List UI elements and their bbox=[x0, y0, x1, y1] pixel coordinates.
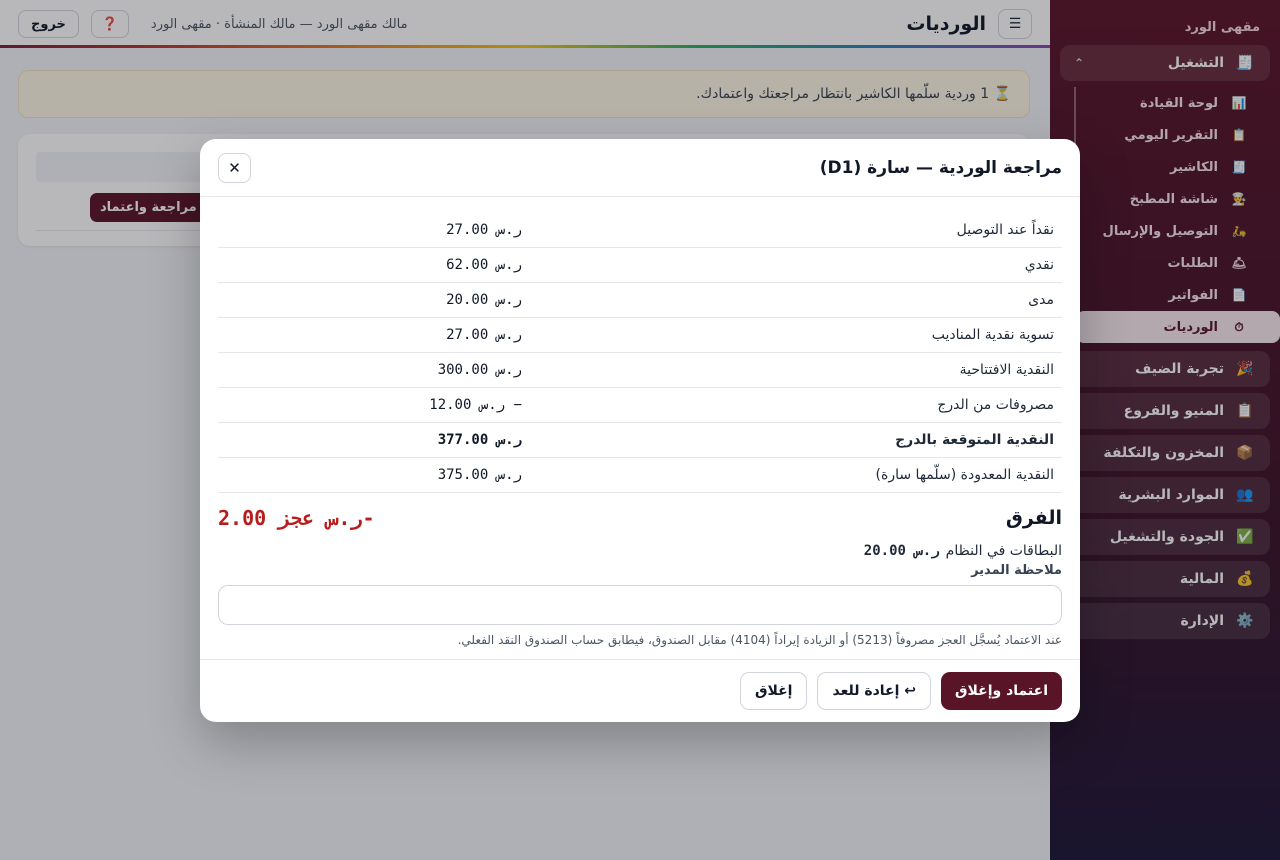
row-value: ر.س 20.00 bbox=[446, 292, 522, 308]
approval-hint: عند الاعتماد يُسجَّل العجز مصروفاً (5213… bbox=[457, 633, 1062, 647]
row-label: نقداً عند التوصيل bbox=[956, 222, 1054, 238]
difference-label: الفرق bbox=[1005, 507, 1062, 529]
row-value: ر.س 62.00 bbox=[446, 257, 522, 273]
row-value: ر.س 300.00 bbox=[437, 362, 522, 378]
return-recount-button[interactable]: ↩ إعادة للعد bbox=[817, 672, 931, 710]
manager-note-input[interactable] bbox=[218, 585, 1062, 625]
summary-row-counted-cash: النقدية المعدودة (سلّمها سارة) ر.س 375.0… bbox=[218, 458, 1062, 493]
row-value: ر.س 375.00 bbox=[437, 467, 522, 483]
row-label: مصروفات من الدرج bbox=[937, 397, 1054, 413]
summary-row-cod: نقداً عند التوصيل ر.س 27.00 bbox=[218, 213, 1062, 248]
row-label: النقدية المتوقعة بالدرج bbox=[895, 432, 1054, 448]
row-label: النقدية المعدودة (سلّمها سارة) bbox=[875, 467, 1054, 483]
summary-row-drawer-expenses: مصروفات من الدرج ر.س 12.00 − bbox=[218, 388, 1062, 423]
cards-label: البطاقات في النظام bbox=[945, 543, 1062, 559]
shift-summary-table: نقداً عند التوصيل ر.س 27.00 نقدي ر.س 62.… bbox=[218, 213, 1062, 493]
row-value: ر.س 27.00 bbox=[446, 222, 522, 238]
row-label: تسوية نقدية المناديب bbox=[931, 327, 1054, 343]
summary-row-driver-settlement: تسوية نقدية المناديب ر.س 27.00 bbox=[218, 318, 1062, 353]
cards-in-system: البطاقات في النظام ر.س 20.00 bbox=[218, 541, 1062, 561]
shift-review-modal: مراجعة الوردية — سارة (D1) ✕ نقداً عند ا… bbox=[200, 139, 1080, 722]
approve-close-button[interactable]: اعتماد وإغلاق bbox=[941, 672, 1062, 710]
summary-row-expected-cash: النقدية المتوقعة بالدرج ر.س 377.00 bbox=[218, 423, 1062, 458]
row-label: النقدية الافتتاحية bbox=[959, 362, 1054, 378]
row-label: نقدي bbox=[1024, 257, 1054, 273]
row-value: ر.س 377.00 bbox=[437, 432, 522, 448]
close-modal-button[interactable]: ✕ bbox=[218, 152, 251, 183]
modal-footer: اعتماد وإغلاق ↩ إعادة للعد إغلاق bbox=[200, 659, 1080, 722]
close-button[interactable]: إغلاق bbox=[739, 672, 808, 710]
manager-note-label: ملاحظة المدير bbox=[971, 563, 1062, 578]
row-value: ر.س 27.00 bbox=[446, 327, 522, 343]
difference-value: ر.س عجز 2.00- bbox=[218, 506, 375, 530]
row-label: مدى bbox=[1028, 292, 1054, 308]
row-value: ر.س 12.00 − bbox=[429, 397, 522, 413]
summary-row-mada: مدى ر.س 20.00 bbox=[218, 283, 1062, 318]
cards-value: ر.س 20.00 bbox=[863, 543, 940, 559]
modal-title: مراجعة الوردية — سارة (D1) bbox=[819, 157, 1062, 178]
summary-row-cash: نقدي ر.س 62.00 bbox=[218, 248, 1062, 283]
modal-header: مراجعة الوردية — سارة (D1) ✕ bbox=[200, 139, 1080, 197]
difference-row: الفرق ر.س عجز 2.00- bbox=[218, 495, 1062, 541]
close-icon: ✕ bbox=[228, 158, 241, 177]
summary-row-opening-cash: النقدية الافتتاحية ر.س 300.00 bbox=[218, 353, 1062, 388]
modal-body: نقداً عند التوصيل ر.س 27.00 نقدي ر.س 62.… bbox=[200, 197, 1080, 651]
